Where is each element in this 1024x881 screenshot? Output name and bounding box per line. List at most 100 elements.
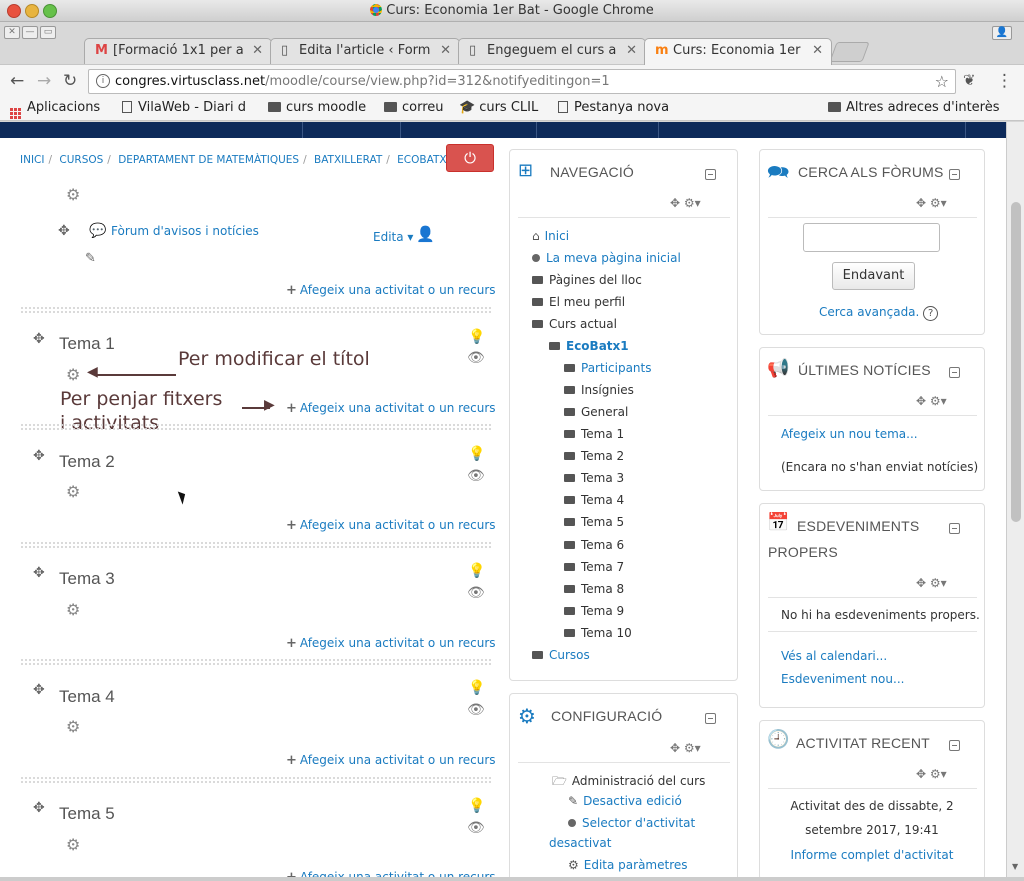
forum-search-input[interactable]: [803, 223, 940, 252]
tab-engeguem[interactable]: ▯ Engeguem el curs a ✕: [458, 38, 646, 65]
search-go-button[interactable]: Endavant: [832, 262, 915, 290]
block-move-settings-icon[interactable]: ✥ ⚙▾: [670, 196, 701, 210]
nav-item-tema[interactable]: Tema 8: [564, 582, 624, 596]
move-icon[interactable]: ✥: [33, 800, 45, 816]
new-event-link[interactable]: Esdeveniment nou...: [781, 672, 904, 686]
eye-icon[interactable]: 👁: [467, 702, 485, 718]
move-icon[interactable]: ✥: [33, 448, 45, 464]
nav-item-tema[interactable]: Tema 6: [564, 538, 624, 552]
activity-selector-link[interactable]: Selector d'activitat: [568, 816, 695, 830]
gear-icon[interactable]: ⚙: [66, 717, 80, 736]
turn-editing-off-button[interactable]: ⏻: [446, 144, 494, 172]
tab-close-icon[interactable]: ✕: [812, 43, 823, 58]
add-activity-link[interactable]: +Afegeix una activitat o un recurs: [286, 636, 496, 651]
section-title[interactable]: Tema 1: [59, 334, 115, 354]
scrollbar-thumb[interactable]: [1011, 202, 1021, 522]
add-activity-link[interactable]: +Afegeix una activitat o un recurs: [286, 283, 496, 298]
tab-gmail[interactable]: M [Formació 1x1 per a ✕: [84, 38, 272, 65]
move-icon[interactable]: ✥: [33, 682, 45, 698]
bookmark-star-icon[interactable]: ☆: [935, 70, 949, 93]
block-move-settings-icon[interactable]: ✥ ⚙▾: [916, 767, 947, 781]
nav-item-general[interactable]: General: [564, 405, 628, 419]
nav-item-ecobatx1[interactable]: EcoBatx1: [549, 339, 629, 353]
minimize-block-icon[interactable]: [705, 713, 716, 724]
page-scrollbar[interactable]: ▼: [1006, 122, 1024, 877]
gear-icon[interactable]: ⚙: [66, 835, 80, 854]
lightbulb-icon[interactable]: 💡: [468, 563, 485, 579]
gear-icon[interactable]: ⚙: [66, 365, 80, 384]
user-icon[interactable]: 👤: [416, 225, 435, 243]
course-admin-item[interactable]: 🗁 Administració del curs: [552, 772, 705, 793]
reload-icon[interactable]: ↻: [63, 71, 77, 91]
move-icon[interactable]: ✥: [33, 331, 45, 347]
back-icon[interactable]: ←: [10, 71, 24, 91]
nav-item-tema[interactable]: Tema 2: [564, 449, 624, 463]
activity-selector-link-cont[interactable]: desactivat: [549, 836, 611, 850]
minimize-block-icon[interactable]: [949, 523, 960, 534]
section-title[interactable]: Tema 4: [59, 687, 115, 707]
nav-item-badges[interactable]: Insígnies: [564, 383, 634, 397]
tab-close-icon[interactable]: ✕: [440, 43, 451, 58]
tab-edit-article[interactable]: ▯ Edita l'article ‹ Form ✕: [270, 38, 460, 65]
forward-icon[interactable]: →: [37, 71, 51, 91]
edit-params-link[interactable]: ⚙ Edita paràmetres: [568, 858, 688, 872]
menu-icon[interactable]: ⋮: [996, 71, 1013, 91]
breadcrumb-item[interactable]: ECOBATX1: [397, 154, 453, 166]
bookmark-curs-moodle[interactable]: curs moodle: [268, 100, 366, 115]
extension-icon[interactable]: ❦: [963, 71, 976, 89]
url-input[interactable]: i congres.virtusclass.net/moodle/course/…: [88, 69, 956, 94]
nav-item-tema[interactable]: Tema 9: [564, 604, 624, 618]
tab-close-icon[interactable]: ✕: [252, 43, 263, 58]
breadcrumb-item[interactable]: BATXILLERAT: [314, 154, 382, 166]
add-activity-link[interactable]: +Afegeix una activitat o un recurs: [286, 401, 496, 416]
breadcrumb-item[interactable]: CURSOS: [59, 154, 103, 166]
lightbulb-icon[interactable]: 💡: [468, 329, 485, 345]
advanced-search-link[interactable]: Cerca avançada. ?: [819, 305, 939, 321]
minimize-block-icon[interactable]: [705, 169, 716, 180]
minimize-block-icon[interactable]: [949, 367, 960, 378]
section-title[interactable]: Tema 5: [59, 804, 115, 824]
nav-item-tema[interactable]: Tema 1: [564, 427, 624, 441]
minimize-block-icon[interactable]: [949, 169, 960, 180]
gear-icon[interactable]: ⚙: [66, 482, 80, 501]
lightbulb-icon[interactable]: 💡: [468, 680, 485, 696]
gear-icon[interactable]: ⚙: [66, 600, 80, 619]
nav-item-courses[interactable]: Cursos: [532, 648, 590, 662]
move-icon[interactable]: ✥: [33, 565, 45, 581]
bookmark-correu[interactable]: correu: [384, 100, 444, 115]
eye-icon[interactable]: 👁: [467, 350, 485, 366]
section-title[interactable]: Tema 3: [59, 569, 115, 589]
move-icon[interactable]: ✥: [58, 223, 70, 239]
nav-item-tema[interactable]: Tema 5: [564, 515, 624, 529]
bookmark-new-tab[interactable]: Pestanya nova: [558, 100, 669, 115]
forum-link[interactable]: Fòrum d'avisos i notícies: [111, 224, 259, 238]
eye-icon[interactable]: 👁: [467, 468, 485, 484]
info-icon[interactable]: i: [96, 74, 110, 88]
nav-item-dashboard[interactable]: La meva pàgina inicial: [532, 251, 681, 265]
calendar-link[interactable]: Vés al calendari...: [781, 649, 887, 663]
bookmark-other[interactable]: Altres adreces d'interès: [828, 100, 1000, 115]
deactivate-editing-link[interactable]: ✎ Desactiva edició: [568, 794, 682, 808]
nav-item-tema[interactable]: Tema 4: [564, 493, 624, 507]
block-move-settings-icon[interactable]: ✥ ⚙▾: [916, 576, 947, 590]
bookmark-vilaweb[interactable]: VilaWeb - Diari d: [122, 100, 246, 115]
block-move-settings-icon[interactable]: ✥ ⚙▾: [916, 394, 947, 408]
nav-item-home[interactable]: ⌂ Inici: [532, 229, 569, 243]
edit-dropdown[interactable]: Edita ▾: [373, 230, 413, 244]
add-topic-link[interactable]: Afegeix un nou tema...: [781, 427, 918, 441]
nav-item-site-pages[interactable]: Pàgines del lloc: [532, 273, 642, 287]
eye-icon[interactable]: 👁: [467, 820, 485, 836]
nav-item-participants[interactable]: Participants: [564, 361, 652, 375]
nav-item-tema[interactable]: Tema 3: [564, 471, 624, 485]
pencil-icon[interactable]: ✎: [85, 251, 96, 266]
nav-item-tema[interactable]: Tema 10: [564, 626, 632, 640]
full-activity-report-link[interactable]: Informe complet d'activitat: [760, 848, 984, 862]
tab-restore-icon[interactable]: ▭: [40, 26, 56, 39]
nav-item-current-course[interactable]: Curs actual: [532, 317, 617, 331]
breadcrumb-item[interactable]: INICI: [20, 154, 44, 166]
bookmark-curs-clil[interactable]: 🎓 curs CLIL: [459, 100, 538, 115]
lightbulb-icon[interactable]: 💡: [468, 798, 485, 814]
section-title[interactable]: Tema 2: [59, 452, 115, 472]
tab-minimize-icon[interactable]: —: [22, 26, 38, 39]
gear-icon[interactable]: ⚙: [66, 185, 80, 204]
